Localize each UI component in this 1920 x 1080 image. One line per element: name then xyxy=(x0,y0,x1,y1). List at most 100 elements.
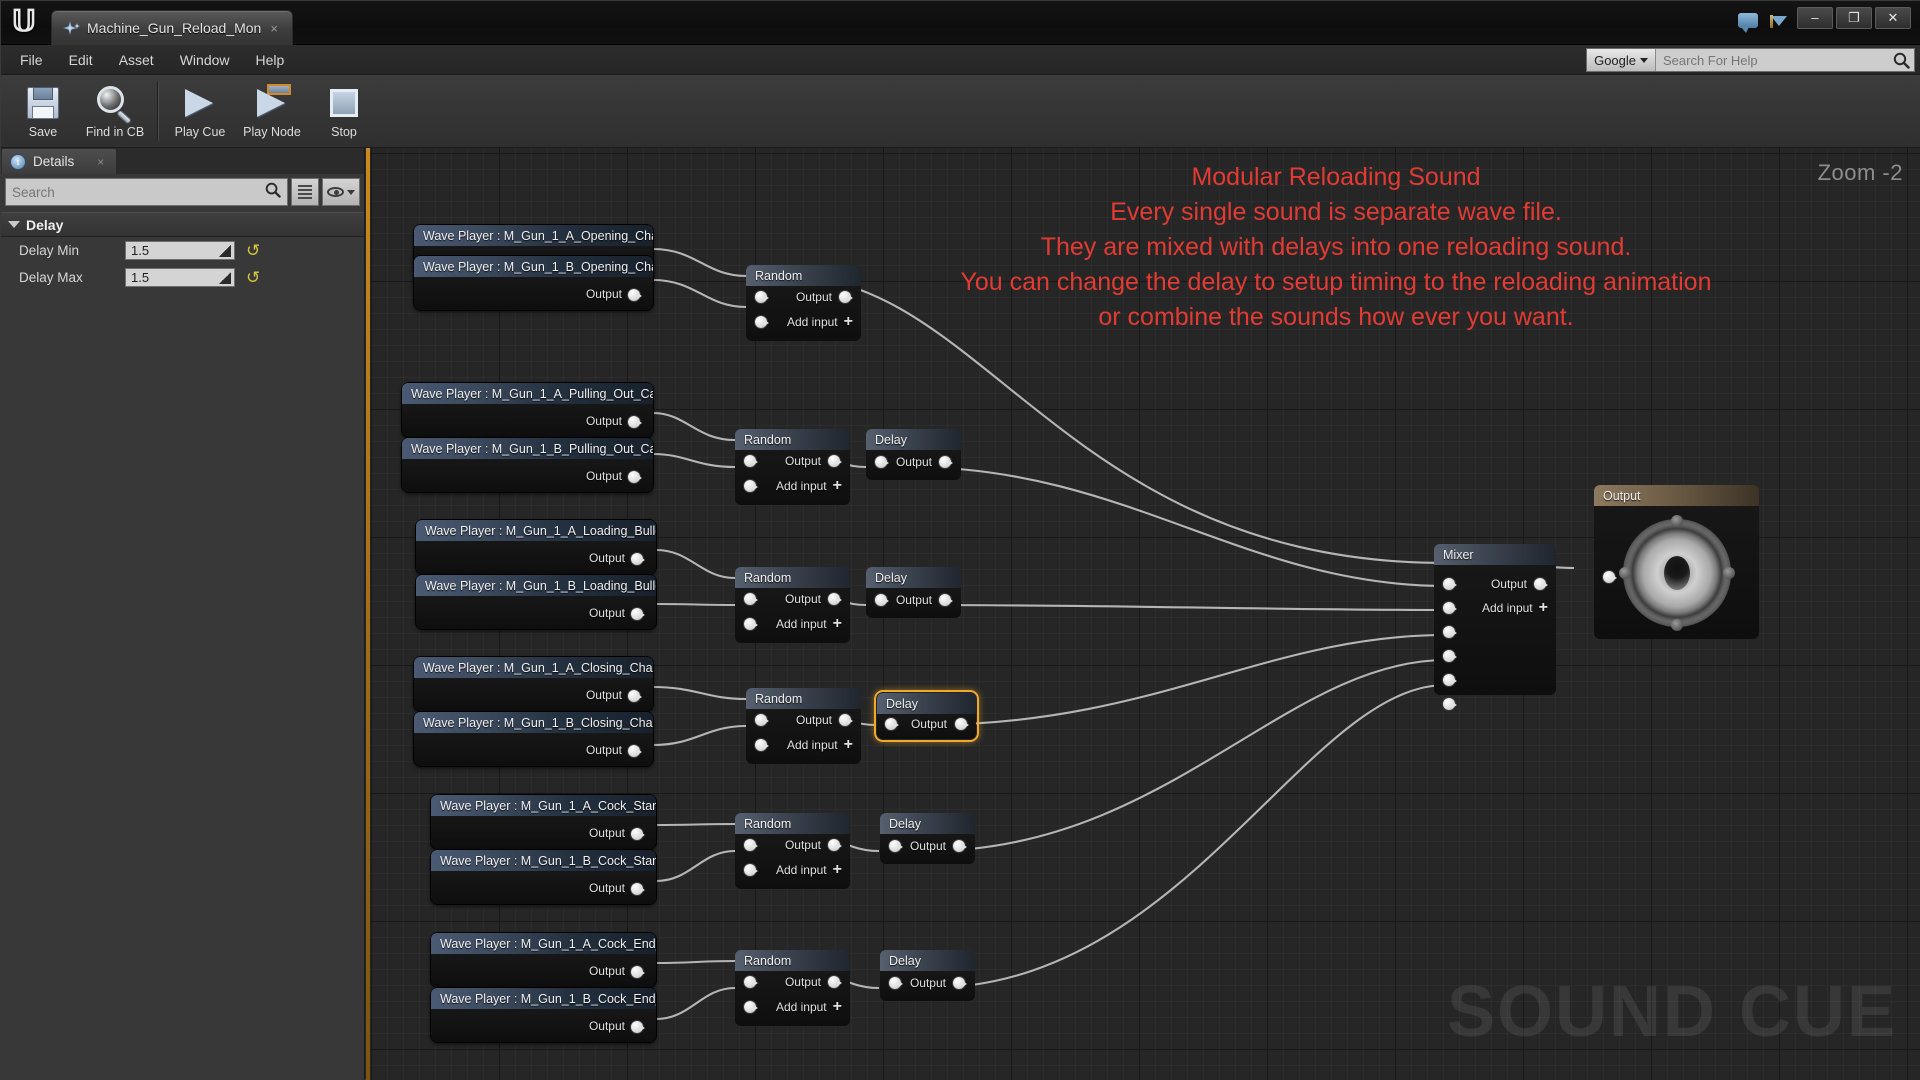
wave-player-node[interactable]: Wave Player : M_Gun_1_A_Pulling_Out_Cart… xyxy=(402,383,653,437)
reset-to-default-icon[interactable] xyxy=(246,243,261,258)
output-pin[interactable] xyxy=(839,291,853,303)
output-pin[interactable] xyxy=(628,289,642,301)
input-pin[interactable] xyxy=(755,316,769,328)
input-pin[interactable] xyxy=(875,594,889,606)
input-pin[interactable] xyxy=(1443,602,1457,614)
add-input-button[interactable]: Add input + xyxy=(1482,600,1548,616)
output-pin[interactable] xyxy=(955,718,969,730)
search-icon[interactable] xyxy=(265,182,281,203)
output-pin[interactable] xyxy=(828,455,842,467)
input-pin[interactable] xyxy=(1443,674,1457,686)
delay-node[interactable]: Delay Output xyxy=(880,950,975,1001)
menu-help[interactable]: Help xyxy=(243,48,298,72)
output-pin[interactable] xyxy=(828,593,842,605)
menu-file[interactable]: File xyxy=(7,48,56,72)
add-input-button[interactable]: Add input + xyxy=(776,999,842,1015)
output-pin[interactable] xyxy=(828,839,842,851)
wave-player-node[interactable]: Wave Player : M_Gun_1_A_Cock_End_Mono Ou… xyxy=(431,933,656,987)
search-engine-selector[interactable]: Google xyxy=(1587,49,1656,71)
spinner-icon[interactable] xyxy=(219,272,231,284)
play-node-button[interactable]: Play Node xyxy=(236,75,308,147)
find-in-content-browser-button[interactable]: Find in CB xyxy=(79,75,151,147)
delay-node[interactable]: Delay Output xyxy=(866,429,961,480)
spinner-icon[interactable] xyxy=(219,245,231,257)
output-pin[interactable] xyxy=(628,690,642,702)
details-tab-close-icon[interactable]: × xyxy=(97,155,104,169)
wave-player-node[interactable]: Wave Player : M_Gun_1_A_Closing_Chamber_… xyxy=(414,657,653,711)
play-cue-button[interactable]: Play Cue xyxy=(164,75,236,147)
output-pin[interactable] xyxy=(628,745,642,757)
wave-player-node[interactable]: Wave Player : M_Gun_1_A_Loading_Bullets_… xyxy=(416,520,656,574)
wave-player-node[interactable]: Wave Player : M_Gun_1_B_Pulling_Out_Cart… xyxy=(402,438,653,492)
output-pin[interactable] xyxy=(953,840,967,852)
help-search-input[interactable] xyxy=(1656,49,1888,71)
output-node[interactable]: Output xyxy=(1594,485,1759,639)
close-button[interactable]: ✕ xyxy=(1875,7,1911,29)
reset-to-default-icon[interactable] xyxy=(246,270,261,285)
random-node[interactable]: Random Output Add input + xyxy=(746,265,861,341)
menu-asset[interactable]: Asset xyxy=(106,48,167,72)
input-pin[interactable] xyxy=(755,714,769,726)
input-pin[interactable] xyxy=(744,455,758,467)
output-pin[interactable] xyxy=(1534,578,1548,590)
input-pin[interactable] xyxy=(744,864,758,876)
add-input-button[interactable]: Add input + xyxy=(776,478,842,494)
random-node[interactable]: Random Output Add input + xyxy=(746,688,861,764)
add-input-button[interactable]: Add input + xyxy=(787,737,853,753)
output-pin[interactable] xyxy=(631,966,645,978)
wave-player-node[interactable]: Wave Player : M_Gun_1_B_Loading_Bullets_… xyxy=(416,575,656,629)
add-input-button[interactable]: Add input + xyxy=(787,314,853,330)
input-pin[interactable] xyxy=(1603,571,1617,583)
output-pin[interactable] xyxy=(939,456,953,468)
input-pin[interactable] xyxy=(744,839,758,851)
input-pin[interactable] xyxy=(1443,650,1457,662)
output-pin[interactable] xyxy=(628,471,642,483)
input-pin[interactable] xyxy=(885,718,899,730)
random-node[interactable]: Random Output Add input + xyxy=(735,429,850,505)
wave-player-node[interactable]: Wave Player : M_Gun_1_B_Cock_End_Mono Ou… xyxy=(431,988,656,1042)
input-pin[interactable] xyxy=(744,593,758,605)
output-pin[interactable] xyxy=(631,883,645,895)
output-pin[interactable] xyxy=(839,714,853,726)
random-node[interactable]: Random Output Add input + xyxy=(735,813,850,889)
delay-node[interactable]: Delay Output xyxy=(866,567,961,618)
details-search-input[interactable] xyxy=(12,184,265,200)
menu-window[interactable]: Window xyxy=(167,48,243,72)
add-input-button[interactable]: Add input + xyxy=(776,862,842,878)
output-pin[interactable] xyxy=(631,1021,645,1033)
stop-button[interactable]: Stop xyxy=(308,75,380,147)
random-node[interactable]: Random Output Add input + xyxy=(735,950,850,1026)
input-pin[interactable] xyxy=(744,976,758,988)
maximize-button[interactable]: ❐ xyxy=(1836,7,1872,29)
sound-cue-graph-canvas[interactable]: Zoom -2 SOUND CUE Modular Reloading Soun… xyxy=(366,148,1920,1080)
input-pin[interactable] xyxy=(889,977,903,989)
tab-details[interactable]: i Details × xyxy=(1,148,118,174)
details-search-box[interactable] xyxy=(5,178,288,206)
wave-player-node[interactable]: Wave Player : M_Gun_1_A_Cock_Start_Mono … xyxy=(431,795,656,849)
wave-player-node[interactable]: Wave Player : M_Gun_1_B_Closing_Chamber_… xyxy=(414,712,653,766)
output-pin[interactable] xyxy=(631,608,645,620)
input-pin[interactable] xyxy=(744,480,758,492)
asset-tab-close-icon[interactable]: × xyxy=(268,21,278,36)
input-pin[interactable] xyxy=(744,1001,758,1013)
delay-max-field[interactable]: 1.5 xyxy=(125,268,235,287)
add-input-button[interactable]: Add input + xyxy=(776,616,842,632)
delay-node-selected[interactable]: Delay Output xyxy=(877,693,976,739)
input-pin[interactable] xyxy=(1443,698,1457,710)
input-pin[interactable] xyxy=(755,291,769,303)
details-visibility-button[interactable] xyxy=(322,178,360,206)
delay-node[interactable]: Delay Output xyxy=(880,813,975,864)
delay-min-field[interactable]: 1.5 xyxy=(125,241,235,260)
input-pin[interactable] xyxy=(1443,626,1457,638)
search-icon[interactable] xyxy=(1888,49,1914,71)
output-pin[interactable] xyxy=(939,594,953,606)
minimize-button[interactable]: – xyxy=(1797,7,1833,29)
input-pin[interactable] xyxy=(889,840,903,852)
output-pin[interactable] xyxy=(828,976,842,988)
input-pin[interactable] xyxy=(755,739,769,751)
mixer-node[interactable]: Mixer Output Add input + xyxy=(1434,544,1556,710)
input-pin[interactable] xyxy=(875,456,889,468)
marketplace-icon[interactable] xyxy=(1769,13,1789,30)
output-pin[interactable] xyxy=(631,553,645,565)
wave-player-node[interactable]: Wave Player : M_Gun_1_B_Cock_Start_Mono … xyxy=(431,850,656,904)
